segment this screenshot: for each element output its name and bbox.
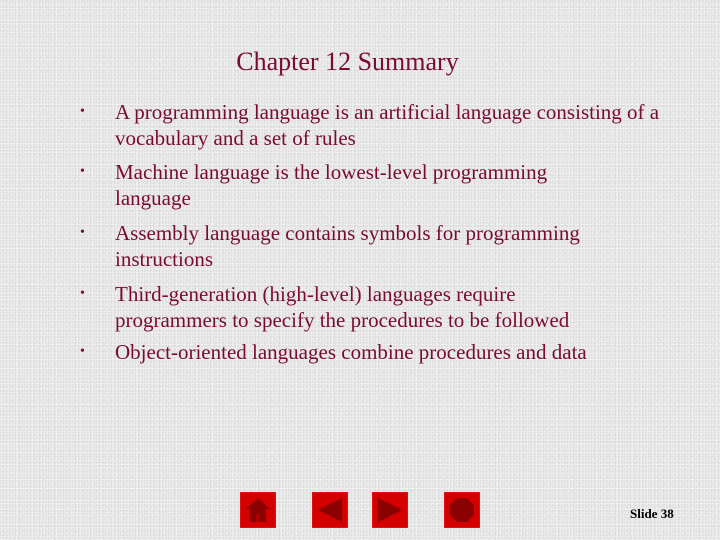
home-button[interactable]	[240, 492, 276, 528]
end-button[interactable]	[444, 492, 480, 528]
bullet-marker: •	[80, 286, 85, 301]
slide-number: Slide 38	[630, 506, 674, 521]
bullet-item: • Machine language is the lowest-level p…	[0, 159, 720, 220]
bullet-item: • Object-oriented languages combine proc…	[0, 339, 720, 369]
bullet-item: • A programming language is an artificia…	[0, 99, 720, 159]
bullet-text: Machine language is the lowest-level pro…	[115, 160, 548, 210]
previous-button[interactable]	[312, 492, 348, 528]
next-button[interactable]	[372, 492, 408, 528]
bullet-text: Third-generation (high-level) languages …	[115, 282, 570, 332]
bullet-text: Object-oriented languages combine proced…	[115, 340, 587, 364]
bullet-marker: •	[80, 225, 85, 240]
bullet-text: Assembly language contains symbols for p…	[115, 221, 580, 271]
stop-icon	[450, 498, 474, 522]
bullet-marker: •	[80, 104, 85, 119]
slide-title: Chapter 12 Summary	[236, 47, 459, 76]
bullet-item: • Third-generation (high-level) language…	[0, 281, 720, 339]
arrow-right-icon	[378, 498, 402, 522]
bullet-marker: •	[80, 164, 85, 179]
home-icon	[246, 498, 270, 522]
arrow-left-icon	[318, 498, 342, 522]
bullet-marker: •	[80, 344, 85, 359]
bullet-list: • A programming language is an artificia…	[0, 99, 720, 369]
bullet-item: • Assembly language contains symbols for…	[0, 220, 720, 281]
bullet-text: A programming language is an artificial …	[115, 100, 660, 150]
